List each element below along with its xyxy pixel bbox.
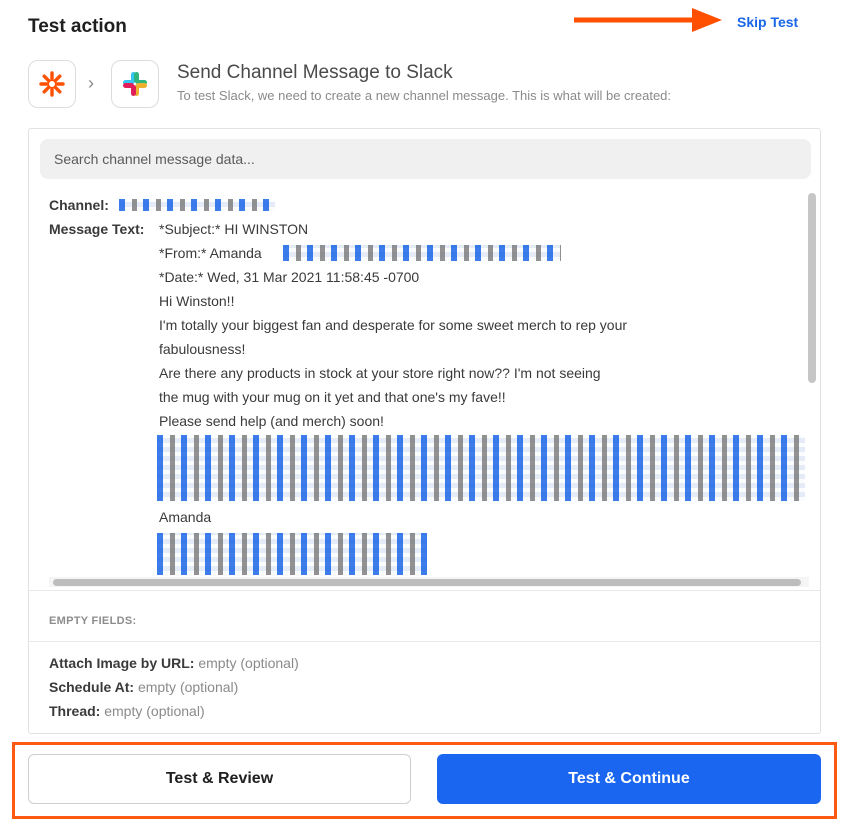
horizontal-scrollbar[interactable]: [53, 579, 801, 586]
empty-field-key: Schedule At:: [49, 679, 135, 695]
message-line: Are there any products in stock at your …: [159, 365, 601, 381]
empty-field-value: empty (optional): [104, 703, 205, 719]
search-input[interactable]: [40, 139, 811, 179]
redacted-signature: [157, 533, 427, 575]
message-line: I'm totally your biggest fan and despera…: [159, 317, 628, 333]
slack-app-icon: [111, 60, 159, 108]
empty-field-row: Attach Image by URL: empty (optional): [49, 655, 299, 671]
step-subtitle: To test Slack, we need to create a new c…: [177, 88, 672, 103]
chevron-right-icon: ›: [88, 73, 94, 93]
vertical-scrollbar[interactable]: [808, 193, 816, 383]
channel-row: Channel:: [49, 193, 109, 217]
message-line: *Subject:* HI WINSTON: [159, 221, 309, 237]
empty-field-row: Thread: empty (optional): [49, 703, 205, 719]
empty-field-value: empty (optional): [137, 679, 239, 695]
empty-fields-title: EMPTY FIELDS:: [49, 615, 137, 627]
redacted-channel: [119, 199, 275, 211]
test-review-button[interactable]: Test & Review: [28, 754, 411, 804]
redacted-email: [283, 245, 561, 261]
zapier-app-icon: [28, 60, 76, 108]
empty-field-value: empty (optional): [198, 655, 299, 671]
message-line: the mug with your mug on it yet and that…: [159, 389, 506, 405]
empty-field-key: Attach Image by URL:: [49, 655, 195, 671]
zapier-asterisk-icon: [39, 71, 65, 97]
message-line: *Date:* Wed, 31 Mar 2021 11:58:45 -0700: [159, 269, 420, 285]
page-title: Test action: [28, 16, 127, 37]
skip-test-link[interactable]: Skip Test: [737, 14, 798, 30]
slack-icon: [123, 72, 147, 96]
divider: [29, 641, 820, 642]
message-row: Message Text:: [49, 217, 144, 241]
message-line: *From:* Amanda: [159, 245, 262, 261]
message-line: Amanda: [159, 509, 212, 525]
channel-key: Channel:: [49, 197, 109, 213]
data-panel: Channel: Message Text: *Subject:* HI WIN…: [28, 128, 821, 734]
step-title: Send Channel Message to Slack: [177, 62, 453, 83]
divider: [29, 590, 820, 591]
message-key: Message Text:: [49, 221, 145, 237]
message-line: fabulousness!: [159, 341, 246, 357]
message-line: Hi Winston!!: [159, 293, 235, 309]
empty-field-row: Schedule At: empty (optional): [49, 679, 238, 695]
field-data-list: Channel: Message Text: *Subject:* HI WIN…: [49, 193, 805, 583]
arrow-right-icon: [574, 8, 722, 32]
test-continue-button[interactable]: Test & Continue: [437, 754, 821, 804]
redacted-block: [157, 435, 805, 501]
empty-field-key: Thread:: [49, 703, 101, 719]
message-line: Please send help (and merch) soon!: [159, 413, 384, 429]
